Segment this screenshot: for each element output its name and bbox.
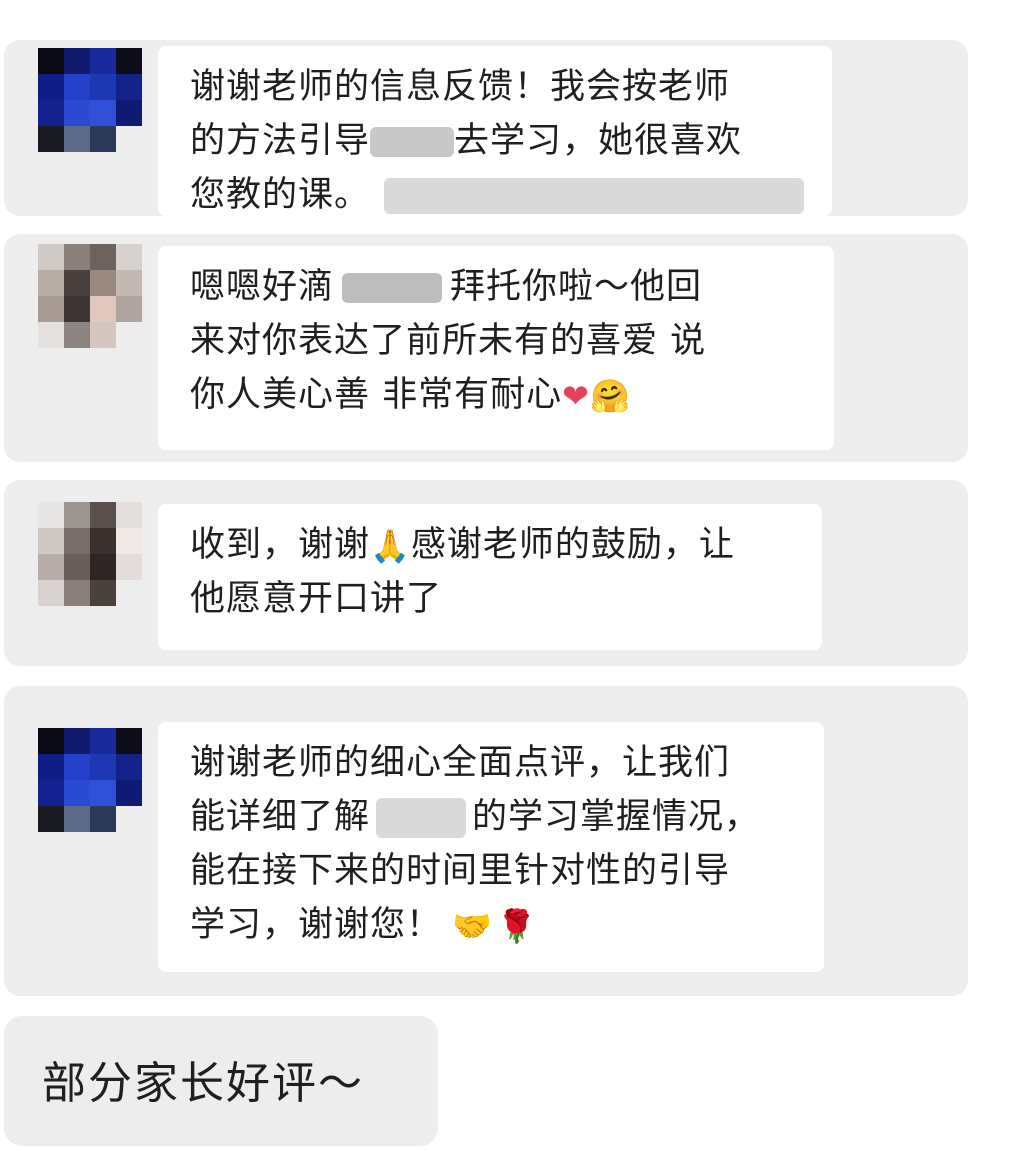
redacted-text [384,178,805,214]
avatar-blurred [38,48,142,152]
chat-card-4: 谢谢老师的细心全面点评，让我们 能详细了解 的学习掌握情况， 能在接下来的时间里针… [4,686,968,996]
message-bubble-2: 嗯嗯好滴 拜托你啦～他回 来对你表达了前所未有的喜爱 说 你人美心善 非常有耐心❤… [158,246,834,450]
avatar-blurred [38,728,142,832]
message-line: 嗯嗯好滴 拜托你啦～他回 [190,267,703,307]
message-line: 能详细了解 的学习掌握情况， [190,797,761,838]
message-line: 学习，谢谢您！ 🤝 🌹 [190,905,538,945]
message-line: 收到，谢谢🙏感谢老师的鼓励，让 [190,525,735,565]
message-line: 的方法引导 去学习，她很喜欢 [190,121,743,161]
caption-box: 部分家长好评～ [4,1016,438,1146]
caption-text: 部分家长好评～ [42,1058,364,1109]
heart-icon: ❤ [562,377,590,415]
message-line: 你人美心善 非常有耐心❤🤗 [190,375,631,415]
chat-card-3: 收到，谢谢🙏感谢老师的鼓励，让 他愿意开口讲了 [4,480,968,666]
redacted-name [370,127,455,157]
message-line: 谢谢老师的细心全面点评，让我们 [190,743,731,783]
avatar-blurred [38,502,142,606]
handshake-icon: 🤝 [452,907,493,945]
message-bubble-4: 谢谢老师的细心全面点评，让我们 能详细了解 的学习掌握情况， 能在接下来的时间里针… [158,722,824,972]
redacted-name [376,798,467,838]
chat-card-1: 谢谢老师的信息反馈！我会按老师 的方法引导 去学习，她很喜欢 您教的课。 [4,40,968,216]
message-line: 谢谢老师的信息反馈！我会按老师 [190,67,731,107]
message-line: 您教的课。 [190,168,832,216]
message-line: 能在接下来的时间里针对性的引导 [190,851,731,891]
hug-emoji-icon: 🤗 [589,377,631,415]
redacted-name [342,273,443,303]
message-bubble-1: 谢谢老师的信息反馈！我会按老师 的方法引导 去学习，她很喜欢 您教的课。 [158,46,832,216]
praying-hands-icon: 🙏 [370,527,411,565]
message-line: 来对你表达了前所未有的喜爱 说 [190,321,707,361]
message-line: 他愿意开口讲了 [190,579,443,619]
avatar-blurred [38,244,142,348]
rose-icon: 🌹 [496,907,538,945]
message-bubble-3: 收到，谢谢🙏感谢老师的鼓励，让 他愿意开口讲了 [158,504,822,650]
chat-card-2: 嗯嗯好滴 拜托你啦～他回 来对你表达了前所未有的喜爱 说 你人美心善 非常有耐心❤… [4,234,968,462]
